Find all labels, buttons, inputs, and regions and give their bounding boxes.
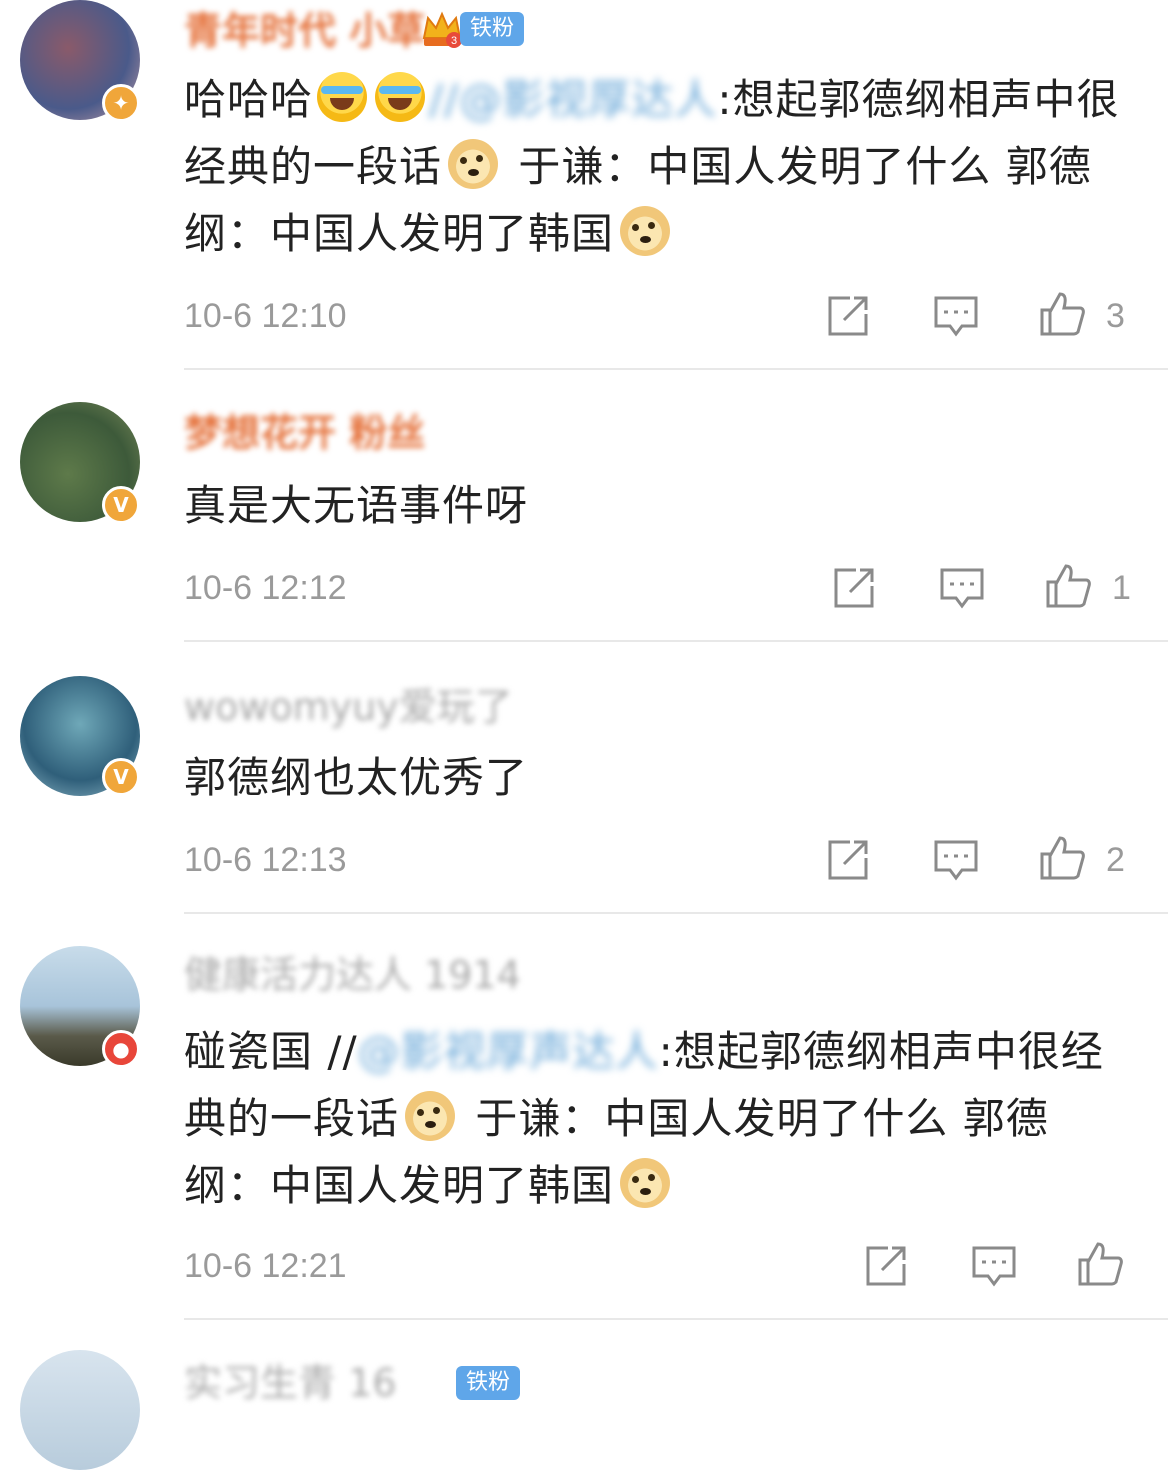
doge-emoji-icon [448,139,499,189]
like-icon[interactable] [1038,834,1086,882]
reply-icon[interactable] [932,836,980,884]
timestamp: 10-6 12:13 [184,841,347,879]
comment-text: 郭德纲也太优秀了 [184,753,529,802]
share-icon[interactable] [830,564,878,612]
like-icon[interactable] [1044,562,1092,610]
timestamp: 10-6 12:12 [184,569,347,607]
comment-text: 碰瓷国 //@影视厚声达人:想起郭德纲相声中很经典的一段话 于谦：中国人发明了什… [184,1018,1124,1219]
like-count: 3 [1106,297,1125,335]
divider [184,368,1168,370]
comment-text-prefix: 碰瓷国 // [184,1027,358,1076]
doge-emoji-icon [620,206,671,256]
username[interactable]: wowomyuy爱玩了 [184,684,513,730]
username[interactable]: 健康活力达人 1914 [184,952,521,998]
divider [184,1318,1168,1320]
comment-text: 真是大无语事件呀 [184,481,529,530]
mention-link[interactable]: //@影视厚达人 [429,66,717,133]
like-icon[interactable] [1038,290,1086,338]
like-count: 1 [1112,569,1131,607]
reply-icon[interactable] [970,1242,1018,1290]
comment-text-prefix: 哈哈哈 [184,75,314,124]
reply-icon[interactable] [932,292,980,340]
like-icon[interactable] [1076,1240,1124,1288]
laughing-emoji-icon [375,72,426,122]
like-count: 2 [1106,841,1125,879]
laughing-emoji-icon [317,72,368,122]
verified-badge-icon: V [102,758,140,796]
verified-badge-icon: ✦ [102,84,140,122]
timestamp: 10-6 12:21 [184,1247,347,1285]
share-icon[interactable] [824,836,872,884]
username[interactable]: 实习生青 16 [184,1360,396,1406]
comment-text: 哈哈哈//@影视厚达人:想起郭德纲相声中很经典的一段话 于谦：中国人发明了什么 … [184,66,1124,267]
fan-badge: 铁粉 [456,1366,521,1400]
avatar[interactable] [20,1350,140,1470]
verified-badge-icon: V [102,486,140,524]
divider [184,912,1168,914]
mention-link[interactable]: @影视厚声达人 [358,1018,659,1085]
doge-emoji-icon [405,1091,456,1141]
share-icon[interactable] [862,1242,910,1290]
username[interactable]: 青年时代 小草 [184,8,425,54]
crown-level: 3 [451,35,457,47]
username[interactable]: 梦想花开 粉丝 [184,410,425,456]
doge-emoji-icon [620,1158,671,1208]
divider [184,640,1168,642]
timestamp: 10-6 12:10 [184,297,347,335]
fan-badge: 铁粉 [460,12,525,46]
red-badge-icon: ● [102,1030,140,1068]
reply-icon[interactable] [938,564,986,612]
share-icon[interactable] [824,292,872,340]
crown-level-icon: 3 [420,8,464,52]
